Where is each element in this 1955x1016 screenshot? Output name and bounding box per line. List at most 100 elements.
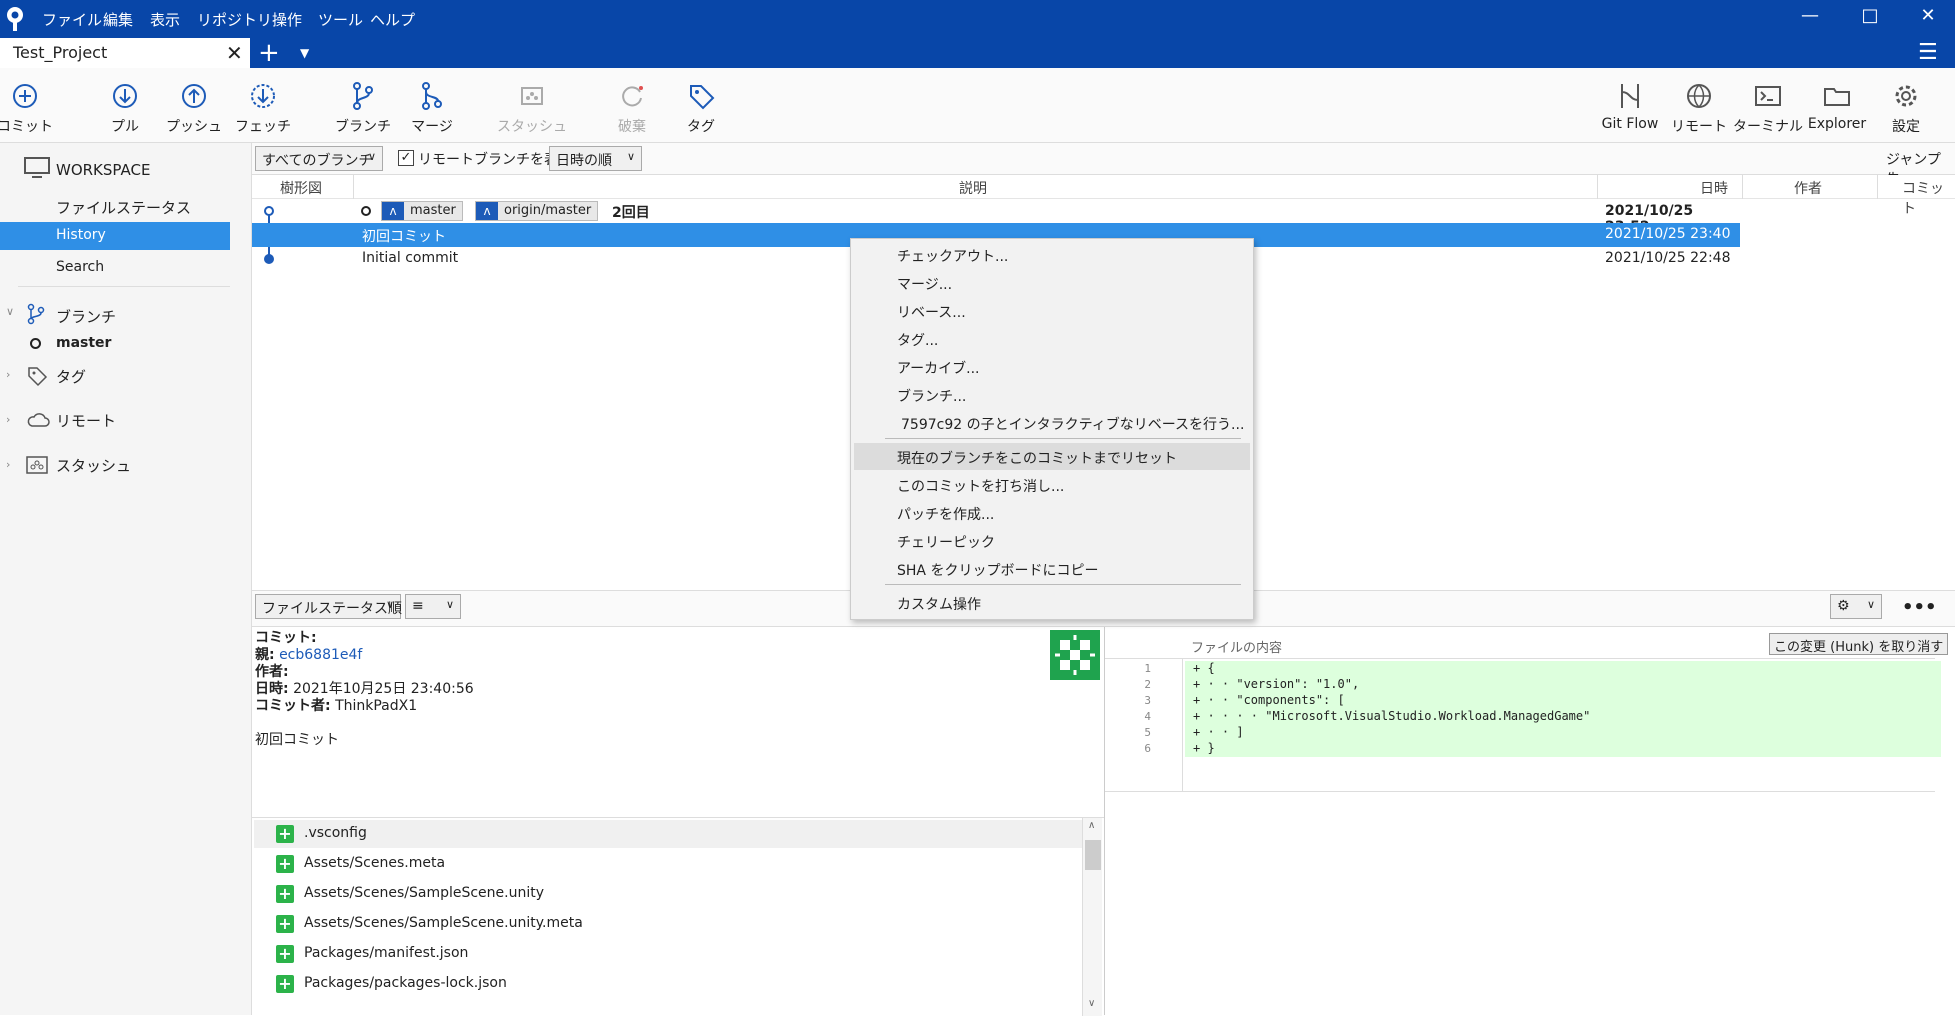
gitflow-label: Git Flow — [1601, 116, 1659, 132]
terminal-icon — [1755, 86, 1781, 106]
pull-icon — [113, 84, 137, 108]
file-row-highlight — [254, 820, 1084, 848]
col-graph[interactable]: 樹形図 — [280, 178, 322, 198]
tag-button[interactable]: タグ — [666, 80, 736, 136]
terminal-button[interactable]: ターミナル — [1733, 80, 1803, 136]
menu-edit[interactable]: 編集 — [103, 9, 133, 30]
menu-tools[interactable]: ツール — [318, 9, 363, 30]
sidebar-branch-master[interactable]: master — [56, 335, 111, 351]
discard-button[interactable]: 破棄 — [597, 80, 667, 136]
merge-button[interactable]: マージ — [397, 80, 467, 136]
commit-label: コミット — [0, 119, 53, 135]
menu-view[interactable]: 表示 — [150, 9, 180, 30]
menu-file[interactable]: ファイル — [42, 9, 102, 30]
menu-item-reset[interactable]: 現在のブランチをこのコミットまでリセット — [897, 448, 1177, 468]
menu-item-copy-sha[interactable]: SHA をクリップボードにコピー — [897, 560, 1098, 580]
chevron-down-icon: ∨ — [1866, 598, 1875, 611]
menu-item-archive[interactable]: アーカイブ... — [897, 358, 980, 378]
fetch-button[interactable]: フェッチ — [228, 80, 298, 136]
sidebar-tags[interactable]: タグ — [56, 366, 86, 387]
stash-label: スタッシュ — [497, 119, 567, 135]
branch-button[interactable]: ブランチ — [328, 80, 398, 136]
new-tab-icon[interactable]: + — [258, 38, 280, 68]
diff-added-line: + · · "components": [ — [1185, 693, 1941, 709]
scroll-up-icon[interactable]: ∧ — [1088, 820, 1095, 831]
expand-stashes-icon[interactable]: › — [6, 458, 10, 471]
cloud-icon — [27, 413, 50, 427]
committer-value: ThinkPadX1 — [335, 698, 418, 714]
menu-item-branch[interactable]: ブランチ... — [897, 386, 966, 406]
sidebar-stashes[interactable]: スタッシュ — [56, 455, 131, 476]
sidebar-item-file-status[interactable]: ファイルステータス — [56, 197, 191, 218]
hamburger-menu-icon[interactable]: ☰ — [1918, 40, 1938, 65]
scroll-thumb[interactable] — [1085, 840, 1101, 870]
date-label: 日時: — [255, 681, 289, 697]
list-view-dropdown[interactable]: ≡ ∨ — [405, 594, 461, 619]
toolbar: コミット プル プッシュ フェッチ ブランチ マージ スタッシュ 破棄 タグ G… — [0, 68, 1955, 143]
tag-icon — [690, 85, 715, 110]
file-sort-dropdown[interactable]: ファイルステータス順 ∨ — [255, 594, 402, 619]
col-date[interactable]: 日時 — [1700, 178, 1728, 198]
col-divider — [1597, 175, 1598, 199]
diff-added-line: + · · · · "Microsoft.VisualStudio.Worklo… — [1185, 709, 1941, 725]
push-button[interactable]: プッシュ — [159, 80, 229, 136]
settings-label: 設定 — [1892, 119, 1920, 135]
menu-item-merge[interactable]: マージ... — [897, 274, 952, 294]
remote-label: リモート — [1671, 119, 1727, 135]
order-dropdown[interactable]: 日時の順 ∨ — [549, 146, 642, 171]
branch-filter-dropdown[interactable]: すべてのブランチ ∨ — [255, 146, 383, 171]
scroll-down-icon[interactable]: ∨ — [1088, 998, 1095, 1009]
chevron-down-icon: ∨ — [626, 150, 635, 163]
menu-item-interactive-rebase[interactable]: 7597c92 の子とインタラクティブなリベースを行う... — [901, 414, 1244, 434]
sidebar-item-history[interactable]: History — [0, 222, 230, 250]
menu-item-custom-actions[interactable]: カスタム操作 — [897, 594, 981, 614]
remote-button[interactable]: リモート — [1664, 80, 1734, 136]
expand-branches-icon[interactable]: ∨ — [6, 305, 14, 318]
menu-item-revert[interactable]: このコミットを打ち消し... — [897, 476, 1064, 496]
sidebar-item-search[interactable]: Search — [56, 259, 104, 275]
tab-dropdown-icon[interactable]: ▼ — [300, 46, 309, 60]
stash-small-icon — [26, 456, 48, 474]
tab-test-project[interactable]: Test_Project ✕ — [0, 38, 250, 68]
chevron-down-icon: ∨ — [445, 598, 454, 611]
gitflow-button[interactable]: Git Flow — [1595, 80, 1665, 132]
menu-item-rebase[interactable]: リベース... — [897, 302, 966, 322]
show-remote-checkbox[interactable]: ✓ — [398, 150, 414, 166]
menu-repository[interactable]: リポジトリ — [197, 9, 272, 30]
discard-hunk-button[interactable]: この変更 (Hunk) を取り消す — [1769, 633, 1949, 655]
more-options-icon[interactable]: ••• — [1902, 597, 1937, 618]
file-name: Packages/packages-lock.json — [304, 975, 507, 991]
menu-item-checkout[interactable]: チェックアウト... — [897, 246, 1008, 266]
explorer-button[interactable]: Explorer — [1802, 80, 1872, 132]
sidebar-branches[interactable]: ブランチ — [56, 306, 116, 327]
pull-button[interactable]: プル — [90, 80, 160, 136]
col-description[interactable]: 説明 — [959, 178, 987, 198]
close-window-icon[interactable]: ✕ — [1908, 5, 1948, 26]
expand-remotes-icon[interactable]: › — [6, 413, 10, 426]
menu-item-cherry-pick[interactable]: チェリーピック — [897, 532, 995, 552]
title-bar: ファイル 編集 表示 リポジトリ 操作 ツール ヘルプ — □ ✕ — [0, 0, 1955, 38]
commit-button[interactable]: コミット — [0, 80, 60, 136]
tag-small-icon — [28, 367, 48, 387]
expand-tags-icon[interactable]: › — [6, 368, 10, 381]
commit-row[interactable]: ᴧmaster ᴧorigin/master 2回目 2021/10/25 23… — [252, 199, 1740, 235]
menu-item-create-patch[interactable]: パッチを作成... — [897, 504, 994, 524]
parent-label: 親: — [255, 647, 275, 663]
head-indicator-icon — [361, 206, 371, 216]
parent-link[interactable]: ecb6881e4f — [279, 647, 362, 663]
settings-button[interactable]: 設定 — [1871, 80, 1941, 136]
menu-help[interactable]: ヘルプ — [370, 9, 415, 30]
menu-item-tag[interactable]: タグ... — [897, 330, 938, 350]
maximize-icon[interactable]: □ — [1850, 5, 1890, 26]
diff-options-dropdown[interactable]: ⚙ ∨ — [1830, 594, 1882, 619]
minimize-icon[interactable]: — — [1790, 5, 1830, 26]
settings-icon — [1895, 85, 1917, 107]
branch-badge-master[interactable]: ᴧ master — [381, 201, 463, 221]
sidebar-remotes[interactable]: リモート — [56, 410, 116, 431]
menu-actions[interactable]: 操作 — [272, 9, 302, 30]
branch-badge-origin-master[interactable]: ᴧ origin/master — [475, 201, 599, 221]
close-tab-icon[interactable]: ✕ — [226, 41, 243, 65]
stash-button[interactable]: スタッシュ — [497, 80, 567, 136]
col-author[interactable]: 作者 — [1794, 178, 1822, 198]
files-scrollbar[interactable]: ∧ ∨ — [1082, 818, 1102, 1016]
